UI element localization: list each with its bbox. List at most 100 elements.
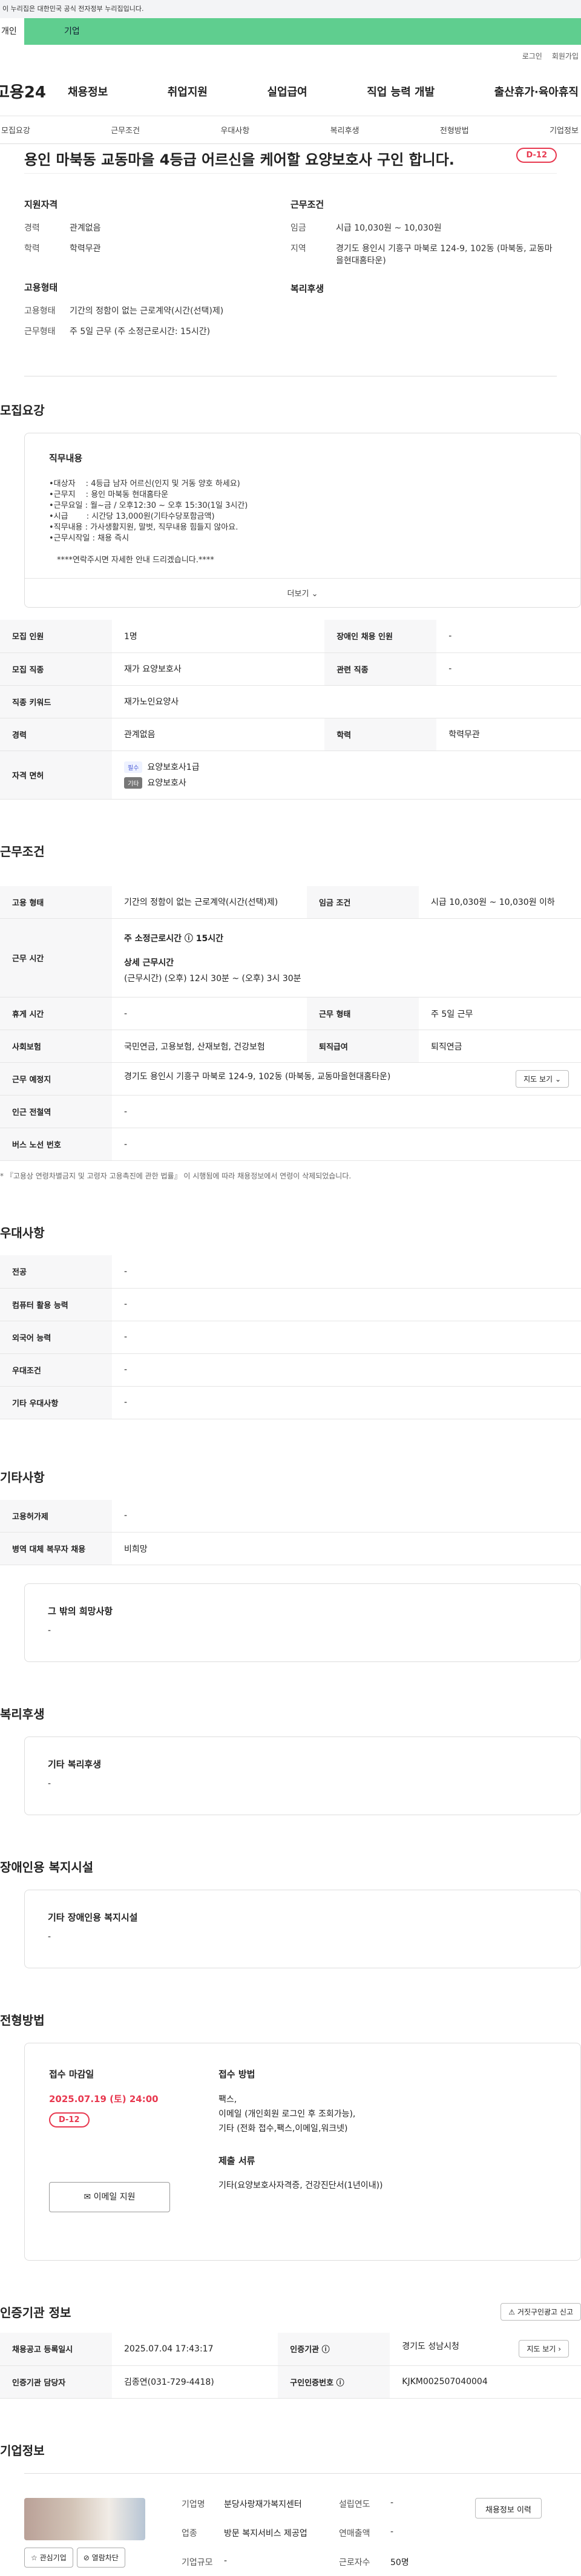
info-value: - — [224, 2556, 228, 2566]
cell-value: - — [112, 1128, 581, 1161]
anchor-selection[interactable]: 전형방법 — [440, 124, 469, 136]
info-value: 50명 — [390, 2558, 409, 2568]
other-wishes-box: 그 밖의 희망사항 - — [24, 1583, 581, 1662]
cert-table: 채용공고 등록일시 2025.07.04 17:43:17 인증기관 ⓘ 경기도… — [0, 2333, 581, 2399]
map-button[interactable]: 지도 보기 › — [519, 2340, 569, 2358]
anchor-preference[interactable]: 우대사항 — [220, 124, 249, 136]
tab-personal[interactable]: 개인 — [0, 18, 24, 45]
tab-company[interactable]: 기업 — [24, 18, 581, 45]
gnb-item-jobs[interactable]: 채용정보 — [68, 84, 108, 99]
cell-value: 기간의 정함이 없는 근로계약(시간(선택)제) — [112, 886, 307, 919]
cell-label: 채용공고 등록일시 — [0, 2333, 112, 2366]
cell-value: - — [112, 1386, 581, 1419]
cell-label: 외국어 능력 — [0, 1321, 112, 1354]
apply-box: 접수 마감일 2025.07.19 (토) 24:00 D-12 ✉ 이메일 지… — [24, 2043, 581, 2261]
duty-line: •시급 : 시간당 13,000원(기타수당포함금액) — [49, 512, 215, 521]
summary-qualification: 지원자격 경력 관계없음 학력 학력무관 고용형태 고용형태 기간의 정함이 없는 근… — [24, 198, 290, 346]
deadline-heading: 접수 마감일 — [49, 2069, 94, 2080]
site-logo[interactable]: 고용24 — [0, 80, 68, 102]
cell-value: 김종연(031-729-4418) — [112, 2365, 278, 2399]
block-icon: ⊘ — [83, 2553, 90, 2562]
work-address: 경기도 용인시 기흥구 마북로 124-9, 102동 (마북동, 교동마을현대… — [124, 1072, 391, 1082]
gnb-item-employment-support[interactable]: 취업지원 — [168, 84, 208, 99]
block-label: 열람차단 — [91, 2553, 119, 2562]
cell-label: 병역 대체 복무자 채용 — [0, 1532, 112, 1565]
cell-value: KJKM002507040004 — [390, 2365, 581, 2399]
cell-value: 주 소정근로시간 ⓘ 15시간 상세 근무시간 (근무시간) (오후) 12시 … — [112, 918, 581, 997]
section-title: 기업정보 — [0, 2443, 45, 2458]
cell-label: 고용 형태 — [0, 886, 112, 919]
dday-badge: D-12 — [516, 148, 557, 163]
cell-value: 재가노인요양사 — [112, 685, 581, 718]
box-value: - — [48, 1932, 51, 1942]
detail-hours-heading: 상세 근무시간 — [124, 958, 174, 968]
duty-box: 직무내용 •대상자 : 4등급 남자 어르신(인지 및 거동 양호 하세요) •… — [24, 433, 581, 608]
table-row: 자격 면허 필수 요양보호사1급 기타 요양보호사 — [0, 751, 581, 800]
duty-line: •근무지 : 용인 마북동 현대홈타운 — [49, 490, 169, 499]
cell-label: 모집 직종 — [0, 652, 112, 686]
section-welfare: 복리후생 기타 복리후생 - — [0, 1662, 581, 1815]
table-row: 모집 인원 1명 장애인 채용 인원 - — [0, 620, 581, 653]
license-item: 기타 요양보호사 — [124, 777, 569, 789]
section-disabled-facilities: 장애인용 복지시설 기타 장애인용 복지시설 - — [0, 1815, 581, 1968]
report-button[interactable]: ⚠ 거짓구인광고 신고 — [501, 2303, 581, 2321]
duty-line: •직무내용 : 가사생활지원, 말벗, 직무내용 힘들지 않아요. — [49, 523, 238, 532]
summary-label: 지역 — [290, 244, 306, 254]
duty-line: •대상자 : 4등급 남자 어르신(인지 및 거동 양호 하세요) — [49, 479, 240, 488]
summary-value: 학력무관 — [70, 244, 101, 254]
info-value: - — [390, 2497, 394, 2508]
cell-value: - — [112, 997, 307, 1030]
email-apply-button[interactable]: ✉ 이메일 지원 — [49, 2182, 170, 2212]
signup-link[interactable]: 회원가입 — [552, 51, 579, 61]
map-button[interactable]: 지도 보기 ⌄ — [516, 1070, 569, 1088]
job-title: 용인 마북동 교동마을 4등급 어르신을 케어할 요양보호사 구인 합니다. — [24, 151, 455, 168]
cell-label: 모집 인원 — [0, 620, 112, 653]
cell-label: 휴게 시간 — [0, 997, 112, 1030]
block-button[interactable]: ⊘ 열람차단 — [76, 2547, 125, 2568]
cell-value: 주 5일 근무 — [419, 997, 581, 1030]
anchor-conditions[interactable]: 근무조건 — [111, 124, 140, 136]
info-label: 기업규모 — [182, 2558, 213, 2568]
section-selection: 전형방법 접수 마감일 2025.07.19 (토) 24:00 D-12 ✉ … — [0, 1968, 581, 2261]
gnb-item-training[interactable]: 직업 능력 개발 — [367, 84, 435, 99]
table-row: 사회보험 국민연금, 고용보험, 산재보험, 건강보험 퇴직급여 퇴직연금 — [0, 1030, 581, 1063]
recruit-table: 모집 인원 1명 장애인 채용 인원 - 모집 직종 재가 요양보호사 관련 직… — [0, 620, 581, 800]
gnb-item-parental-leave[interactable]: 출산휴가·육아휴직 — [494, 84, 579, 99]
method-line: 기타 (전화 접수,팩스,이메일,워크넷) — [218, 2124, 348, 2134]
summary-label: 임금 — [290, 223, 306, 233]
duty-line: ****연락주시면 자세한 안내 드리겠습니다.**** — [49, 556, 214, 565]
login-link[interactable]: 로그인 — [522, 51, 542, 61]
cell-value: 국민연금, 고용보험, 산재보험, 건강보험 — [112, 1030, 307, 1063]
method-line: 팩스, — [218, 2095, 237, 2104]
table-row: 전공 - — [0, 1255, 581, 1289]
chevron-down-icon: ⌄ — [311, 590, 318, 599]
cell-value: 퇴직연금 — [419, 1030, 581, 1063]
cell-label: 자격 면허 — [0, 751, 112, 800]
section-company: 기업정보 ☆ 관심기업 ⊘ 열람차단 기업명 분당사랑재가복지센터 설립연도 -… — [0, 2399, 581, 2576]
company-actions: ☆ 관심기업 ⊘ 열람차단 — [24, 2547, 145, 2568]
cell-value: - — [112, 1255, 581, 1289]
gov-banner: 이 누리집은 대한민국 공식 전자정부 누리집입니다. — [0, 0, 581, 18]
info-label: 연매출액 — [339, 2528, 370, 2538]
favorite-button[interactable]: ☆ 관심기업 — [24, 2547, 73, 2568]
cert-header: 인증기관 정보 ⚠ 거짓구인광고 신고 — [0, 2285, 581, 2333]
apply-left: 접수 마감일 2025.07.19 (토) 24:00 D-12 ✉ 이메일 지… — [49, 2068, 218, 2236]
box-value: - — [48, 1626, 51, 1635]
anchor-recruit[interactable]: 모집요강 — [1, 124, 30, 136]
more-button[interactable]: 더보기 ⌄ — [25, 578, 580, 607]
cell-label: 전공 — [0, 1255, 112, 1289]
hiring-history-button[interactable]: 채용정보 이력 — [475, 2497, 542, 2518]
cell-label: 기타 우대사항 — [0, 1386, 112, 1419]
gnb-item-unemployment[interactable]: 실업급여 — [268, 84, 307, 99]
cell-value: 재가 요양보호사 — [112, 652, 325, 686]
cell-value: - — [112, 1288, 581, 1321]
anchor-welfare[interactable]: 복리후생 — [330, 124, 359, 136]
cell-label: 관련 직종 — [324, 652, 437, 686]
company-left: ☆ 관심기업 ⊘ 열람차단 — [24, 2497, 145, 2576]
summary-heading: 근무조건 — [290, 199, 324, 210]
required-badge: 필수 — [124, 761, 143, 773]
cell-label: 인증기관 담당자 — [0, 2365, 112, 2399]
anchor-company[interactable]: 기업정보 — [550, 124, 579, 136]
method-heading: 접수 방법 — [218, 2069, 255, 2080]
cell-label: 사회보험 — [0, 1030, 112, 1063]
